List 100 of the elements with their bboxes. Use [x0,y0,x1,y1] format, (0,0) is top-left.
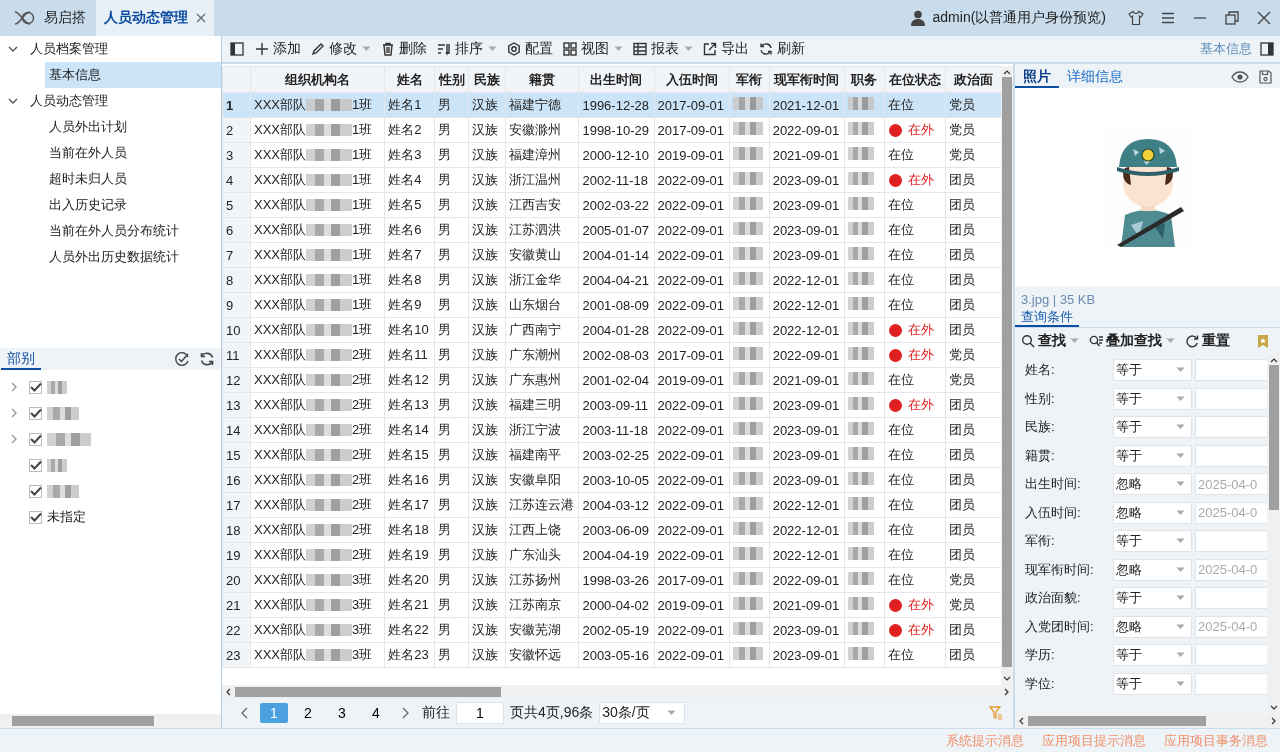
input-field[interactable] [1195,359,1267,382]
table-row[interactable]: 8 XXX部队 1班 姓名8 男 汉族 浙江金华 2004-04-21 2022-09-01 2022-12-01 在位 团员 [222,267,1001,293]
next-page-icon[interactable] [402,707,410,719]
horizontal-scrollbar[interactable] [222,685,1013,698]
menu-icon[interactable] [1160,10,1176,26]
table-row[interactable]: 18 XXX部队 2班 姓名18 男 汉族 江西上饶 2003-06-09 2022-09-01 2022-12-01 在位 团员 [222,517,1001,543]
table-row[interactable]: 22 XXX部队 3班 姓名22 男 汉族 安徽芜湖 2002-05-19 2022-09-01 2023-09-01 在外 团员 [222,617,1001,643]
user-menu[interactable]: admin(以普通用户身份预览) [910,0,1106,36]
table-row[interactable]: 10 XXX部队 1班 姓名10 男 汉族 广西南宁 2004-01-28 2022-09-01 2022-12-01 在外 团员 [222,317,1001,343]
input-field[interactable] [1195,530,1267,553]
input-field[interactable]: 2025-04-0 [1195,501,1267,524]
check-circle-icon[interactable] [174,351,190,367]
table-row[interactable]: 4 XXX部队 1班 姓名4 男 汉族 浙江温州 2002-11-18 2022-09-01 2023-09-01 在外 团员 [222,167,1001,193]
close-icon[interactable] [1256,10,1272,26]
restore-icon[interactable] [1224,10,1240,26]
operator-select[interactable]: 忽略 [1113,558,1192,581]
input-field[interactable]: 2025-04-0 [1195,615,1267,638]
table-row[interactable]: 5 XXX部队 1班 姓名5 男 汉族 江西吉安 2002-03-22 2022-09-01 2023-09-01 在位 团员 [222,192,1001,218]
column-header[interactable]: 政治面 [945,66,1001,93]
panel-icon[interactable] [1260,42,1274,56]
query-button[interactable]: 叠加查找 [1087,332,1177,350]
operator-select[interactable]: 等于 [1113,587,1192,610]
table-row[interactable]: 3 XXX部队 1班 姓名3 男 汉族 福建漳州 2000-12-10 2019-09-01 2021-09-01 在位 党员 [222,142,1001,168]
horizontal-scrollbar[interactable] [0,714,221,728]
column-header[interactable]: 出生时间 [578,66,654,93]
tree-item[interactable]: 人员动态管理 [0,88,221,114]
vertical-scrollbar[interactable] [1268,354,1280,714]
operator-select[interactable]: 忽略 [1113,473,1192,496]
horizontal-scrollbar[interactable] [1015,714,1280,728]
toolbar-button[interactable]: 删除 [376,37,432,61]
table-row[interactable]: 16 XXX部队 2班 姓名16 男 汉族 安徽阜阳 2003-10-05 2022-09-01 2023-09-01 在位 团员 [222,467,1001,493]
tree-item[interactable]: 出入历史记录 [45,192,221,218]
page-input[interactable]: 1 [456,702,504,724]
checkbox[interactable] [29,406,42,420]
table-row[interactable]: 6 XXX部队 1班 姓名6 男 汉族 江苏泗洪 2005-01-07 2022-09-01 2023-09-01 在位 团员 [222,217,1001,243]
tab[interactable]: 查询条件 [1015,308,1079,327]
operator-select[interactable]: 等于 [1113,387,1192,410]
toolbar-button[interactable]: 刷新 [754,37,810,61]
page-button[interactable]: 4 [362,703,390,723]
table-row[interactable]: 2 XXX部队 1班 姓名2 男 汉族 安徽滁州 1998-10-29 2017-09-01 2022-09-01 在外 党员 [222,117,1001,143]
query-button[interactable]: 重置 [1183,332,1232,350]
tree-item[interactable]: 人员外出历史数据统计 [45,244,221,270]
shirt-icon[interactable] [1128,10,1144,26]
column-header[interactable]: 性别 [434,66,469,93]
input-field[interactable] [1195,644,1267,667]
table-row[interactable]: 1 XXX部队 1班 姓名1 男 汉族 福建宁德 1996-12-28 2017-09-01 2021-12-01 在位 党员 [222,92,1001,118]
operator-select[interactable]: 等于 [1113,644,1192,667]
table-row[interactable]: 17 XXX部队 2班 姓名17 男 汉族 江苏连云港 2004-03-12 2022-09-01 2022-12-01 在位 团员 [222,492,1001,518]
table-row[interactable]: 13 XXX部队 2班 姓名13 男 汉族 福建三明 2003-09-11 2022-09-01 2023-09-01 在外 团员 [222,392,1001,418]
table-row[interactable]: 20 XXX部队 3班 姓名20 男 汉族 江苏扬州 1998-03-26 2017-09-01 2022-09-01 在位 党员 [222,567,1001,593]
table-row[interactable]: 21 XXX部队 3班 姓名21 男 汉族 江苏南京 2000-04-02 2019-09-01 2021-09-01 在外 党员 [222,592,1001,618]
column-header[interactable]: 籍贯 [505,66,579,93]
table-row[interactable]: 23 XXX部队 3班 姓名23 男 汉族 安徽怀远 2003-05-16 2022-09-01 2023-09-01 在位 团员 [222,642,1001,668]
column-header[interactable]: 姓名 [384,66,435,93]
panel-tab[interactable]: 部别 [1,348,41,370]
input-field[interactable]: 2025-04-0 [1195,473,1267,496]
table-row[interactable]: 15 XXX部队 2班 姓名15 男 汉族 福建南平 2003-02-25 2022-09-01 2023-09-01 在位 团员 [222,442,1001,468]
table-row[interactable]: 9 XXX部队 1班 姓名9 男 汉族 山东烟台 2001-08-09 2022-09-01 2022-12-01 在位 团员 [222,292,1001,318]
page-size-select[interactable]: 30条/页 [599,702,686,724]
column-header[interactable]: 民族 [468,66,506,93]
previous-page-icon[interactable] [240,707,248,719]
toolbar-button[interactable]: 添加 [250,37,306,61]
query-button[interactable]: 查找 [1019,332,1081,350]
table-row[interactable]: 14 XXX部队 2班 姓名14 男 汉族 浙江宁波 2003-11-18 2022-09-01 2023-09-01 在位 团员 [222,417,1001,443]
checkbox[interactable] [29,458,42,472]
operator-select[interactable]: 等于 [1113,416,1192,439]
tree-item[interactable]: 人员档案管理 [0,36,221,62]
input-field[interactable] [1195,387,1267,410]
input-field[interactable] [1195,587,1267,610]
table-row[interactable]: 7 XXX部队 1班 姓名7 男 汉族 安徽黄山 2004-01-14 2022-09-01 2023-09-01 在位 团员 [222,242,1001,268]
vertical-scrollbar[interactable] [1001,66,1013,685]
toolbar-button[interactable]: 报表 [628,37,698,61]
checkbox[interactable] [29,380,42,394]
column-header[interactable]: 入伍时间 [654,66,730,93]
save-icon[interactable] [1259,70,1272,84]
checkbox[interactable] [29,484,42,498]
operator-select[interactable]: 等于 [1113,672,1192,695]
column-header[interactable]: 现军衔时间 [769,66,845,93]
toolbar-button[interactable]: 配置 [502,37,558,61]
input-field[interactable] [1195,672,1267,695]
sidebar-toggle-icon[interactable] [230,42,244,56]
toolbar-button[interactable]: 导出 [698,37,754,61]
tree-item[interactable]: 人员外出计划 [45,114,221,140]
operator-select[interactable]: 忽略 [1113,501,1192,524]
table-row[interactable]: 11 XXX部队 2班 姓名11 男 汉族 广东潮州 2002-08-03 2017-09-01 2022-09-01 在外 党员 [222,342,1001,368]
table-row[interactable]: 12 XXX部队 2班 姓名12 男 汉族 广东惠州 2001-02-04 2019-09-01 2021-09-01 在位 党员 [222,367,1001,393]
page-button[interactable]: 3 [328,703,356,723]
refresh-icon[interactable] [199,351,215,367]
input-field[interactable] [1195,416,1267,439]
tree-item[interactable]: 当前在外人员分布统计 [45,218,221,244]
page-button[interactable]: 2 [294,703,322,723]
column-header[interactable]: 军衔 [729,66,770,93]
tree-item[interactable]: 超时未归人员 [45,166,221,192]
tab[interactable]: 详细信息 [1059,66,1131,88]
tree-item[interactable]: 当前在外人员 [45,140,221,166]
table-row[interactable]: 19 XXX部队 2班 姓名19 男 汉族 广东汕头 2004-04-19 2022-09-01 2022-12-01 在位 团员 [222,542,1001,568]
operator-select[interactable]: 等于 [1113,444,1192,467]
input-field[interactable]: 2025-04-0 [1195,558,1267,581]
checkbox[interactable] [29,432,42,446]
eye-icon[interactable] [1231,71,1249,83]
